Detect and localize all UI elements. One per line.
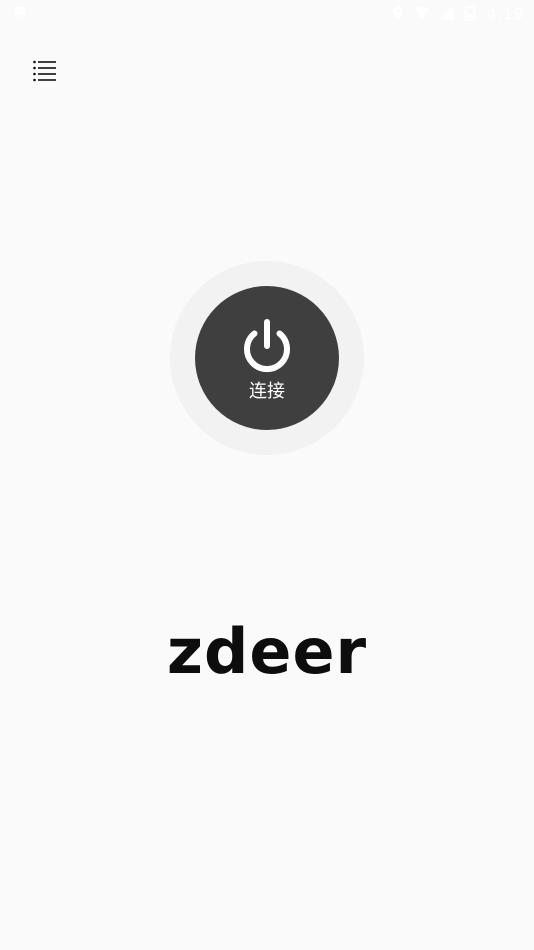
wifi-icon: [414, 6, 430, 19]
status-left: [12, 5, 28, 21]
brand-logo: zdeer: [166, 615, 368, 688]
connect-button[interactable]: 连接: [195, 286, 339, 430]
menu-icon: [33, 60, 56, 82]
status-bar: 4:19: [0, 0, 534, 26]
menu-button[interactable]: [28, 54, 62, 88]
power-icon: [244, 319, 290, 373]
status-time: 4:19: [486, 3, 524, 23]
connect-label: 连接: [249, 381, 285, 402]
location-icon: [393, 6, 403, 20]
notification-icon: [15, 7, 25, 18]
status-right: 4:19: [390, 4, 524, 23]
battery-icon: [464, 6, 476, 21]
signal-icon: [439, 6, 454, 20]
